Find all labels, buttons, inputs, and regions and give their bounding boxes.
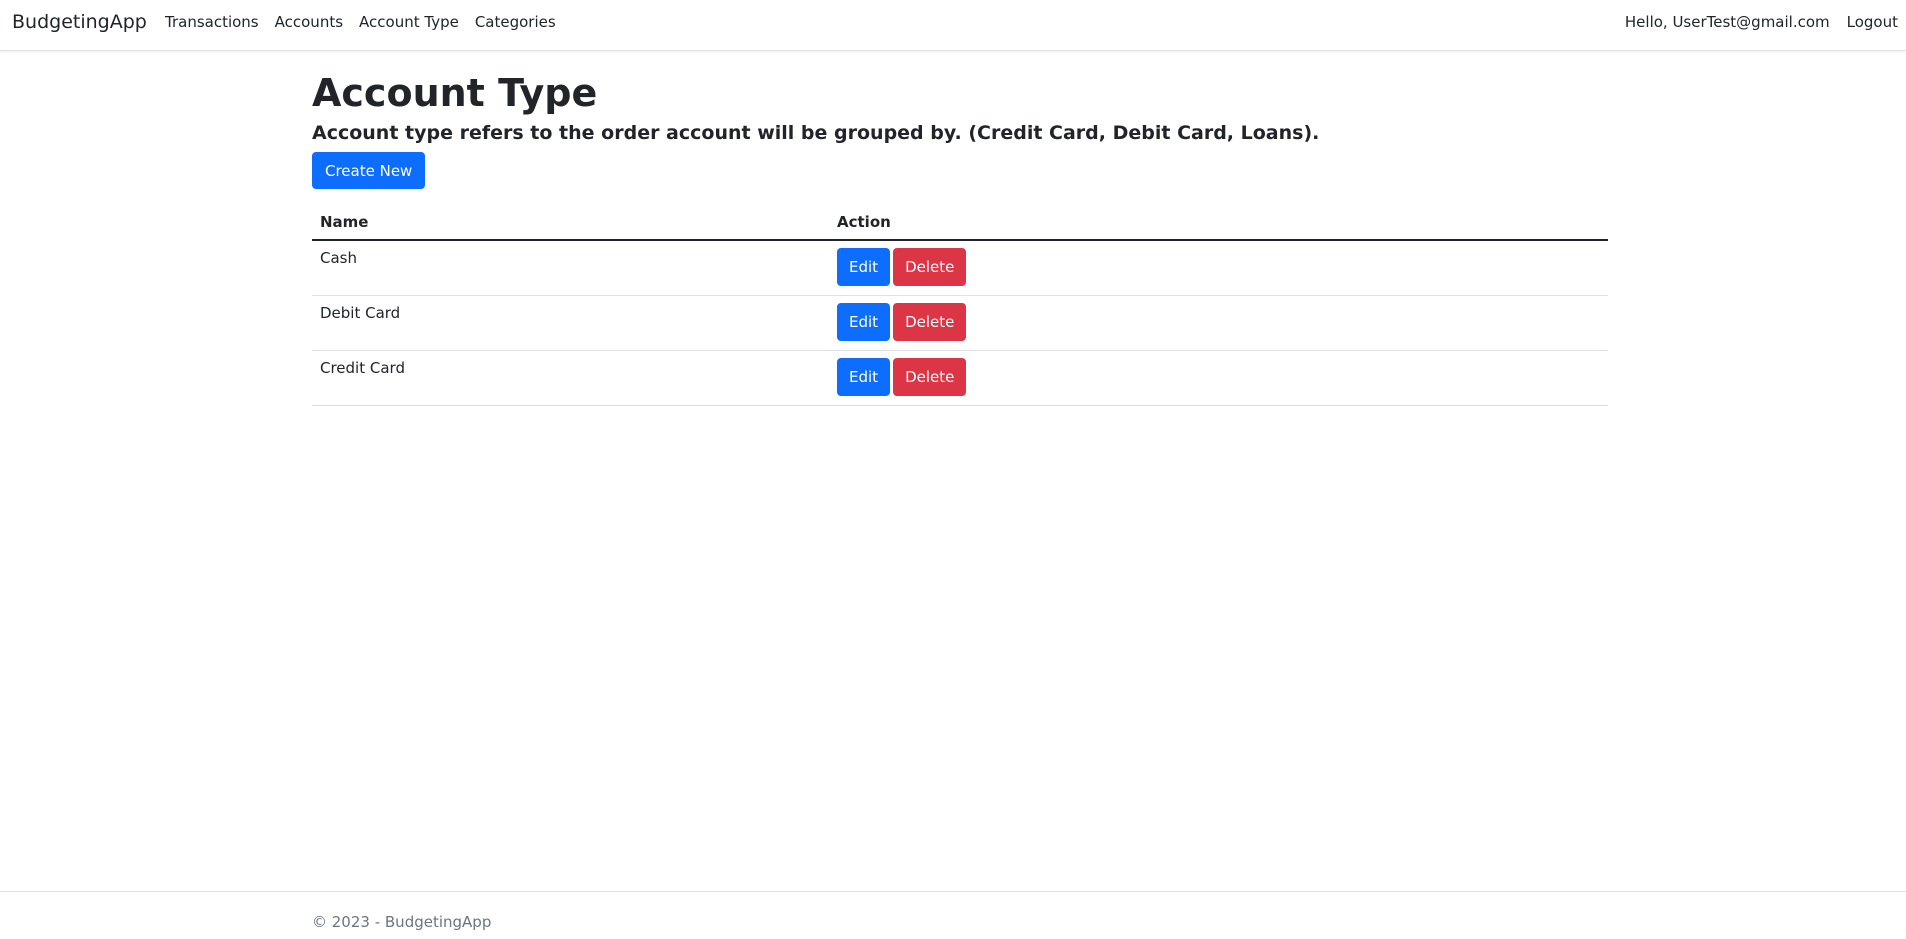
copyright-text: © 2023 - bbox=[312, 913, 385, 931]
top-navbar: BudgetingApp Transactions Accounts Accou… bbox=[0, 0, 1906, 51]
main-nav: Transactions Accounts Account Type Categ… bbox=[157, 13, 564, 31]
table-row: Cash Edit Delete bbox=[312, 240, 1608, 296]
edit-button[interactable]: Edit bbox=[837, 248, 891, 286]
logout-link[interactable]: Logout bbox=[1838, 13, 1906, 31]
page-description: Account type refers to the order account… bbox=[312, 122, 1320, 144]
footer-copyright: © 2023 - BudgetingApp bbox=[312, 913, 491, 931]
page-footer: © 2023 - BudgetingApp bbox=[0, 891, 1906, 939]
create-new-button[interactable]: Create New bbox=[312, 152, 426, 189]
column-header-action: Action bbox=[829, 204, 1608, 241]
nav-link-account-type[interactable]: Account Type bbox=[351, 13, 467, 31]
table-row: Credit Card Edit Delete bbox=[312, 350, 1608, 406]
delete-button[interactable]: Delete bbox=[893, 357, 967, 396]
row-name: Debit Card bbox=[312, 295, 829, 351]
row-name: Cash bbox=[312, 240, 829, 296]
nav-link-accounts[interactable]: Accounts bbox=[267, 13, 351, 31]
footer-brand-link[interactable]: BudgetingApp bbox=[385, 913, 491, 931]
account-type-table: Name Action Cash Edit Delete Debit Card E… bbox=[312, 204, 1608, 406]
table-row: Debit Card Edit Delete bbox=[312, 295, 1608, 351]
user-nav: Hello, UserTest@gmail.com Logout bbox=[1617, 13, 1906, 31]
brand-link[interactable]: BudgetingApp bbox=[12, 11, 147, 33]
main-content: Account Type Account type refers to the … bbox=[312, 51, 1608, 406]
nav-link-categories[interactable]: Categories bbox=[467, 13, 564, 31]
row-actions: Edit Delete bbox=[829, 295, 1608, 351]
row-actions: Edit Delete bbox=[829, 240, 1608, 296]
row-name: Credit Card bbox=[312, 350, 829, 406]
table-header-row: Name Action bbox=[312, 204, 1608, 241]
delete-button[interactable]: Delete bbox=[893, 302, 967, 341]
delete-button[interactable]: Delete bbox=[893, 248, 967, 286]
nav-link-transactions[interactable]: Transactions bbox=[157, 13, 267, 31]
user-greeting-link[interactable]: Hello, UserTest@gmail.com bbox=[1617, 13, 1838, 31]
edit-button[interactable]: Edit bbox=[837, 357, 891, 396]
edit-button[interactable]: Edit bbox=[837, 302, 891, 341]
column-header-name: Name bbox=[312, 204, 829, 241]
row-actions: Edit Delete bbox=[829, 350, 1608, 406]
page-title: Account Type bbox=[312, 71, 598, 115]
